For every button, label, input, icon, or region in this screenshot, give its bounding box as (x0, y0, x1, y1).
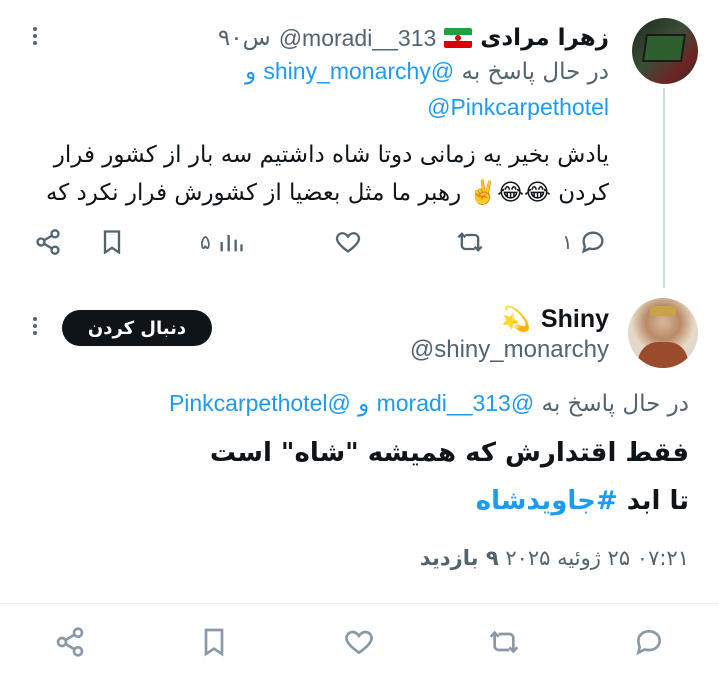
tweet-text-line: یادش بخیر یه زمانی دوتا شاه داشتیم سه با… (53, 142, 609, 168)
tweet-meta: ۰۷:۲۱ ۲۵ ژوئیه ۲۰۲۵ ۹ بازدید (29, 546, 689, 570)
replying-and: و (358, 391, 370, 417)
replying-prefix: در حال پاسخ به (461, 59, 609, 85)
main-tweet-text-line: فقط اقتدارش که همیشه "شاه" است (209, 438, 689, 468)
tweet-text-line: کردن 😂😂✌️ رهبر ما مثل بعضیا از کشورش فرا… (45, 180, 609, 206)
mention-link[interactable]: @shiny_monarchy (263, 58, 454, 84)
mention-link[interactable]: @Pinkcarpethotel (169, 390, 351, 416)
sparkle-icon: 💫 (501, 305, 531, 333)
more-options-icon[interactable] (28, 24, 42, 50)
replying-to-line: در حال پاسخ به @moradi__313 و @Pinkcarpe… (29, 390, 689, 417)
views-count: ۵ (200, 230, 211, 254)
views-label: ۹ بازدید (419, 546, 499, 570)
avatar-main-author[interactable] (628, 298, 698, 368)
reply-icon (636, 629, 662, 656)
replies-count: ۱ (562, 230, 573, 254)
retweet-icon (489, 630, 519, 654)
tweet-time[interactable]: ۹۰س (218, 25, 271, 51)
share-button[interactable] (54, 626, 86, 662)
retweet-icon (457, 232, 483, 252)
views-button[interactable]: ۵ (200, 228, 245, 256)
like-button[interactable] (343, 626, 375, 662)
avatar-reply-author[interactable] (632, 18, 698, 84)
bookmark-icon (204, 628, 224, 657)
follow-button[interactable]: دنبال کردن (62, 310, 212, 346)
replying-to-line: در حال پاسخ به @shiny_monarchy و (89, 58, 609, 85)
divider (0, 603, 719, 604)
thread-connector-line (663, 88, 665, 288)
reply-button[interactable] (633, 626, 665, 662)
replying-and: و (244, 59, 257, 85)
author-display-name[interactable]: زهرا مرادی (480, 25, 609, 51)
share-icon (36, 229, 60, 255)
like-button[interactable] (334, 228, 362, 256)
share-icon (56, 627, 84, 657)
author-handle[interactable]: @shiny_monarchy (309, 336, 609, 364)
hashtag-link[interactable]: #جاویدشاه (476, 486, 618, 516)
share-button[interactable] (34, 228, 62, 256)
retweet-button[interactable] (456, 228, 484, 256)
like-icon (335, 232, 361, 253)
views-icon (220, 235, 243, 252)
tweet-text: تا ابد (626, 486, 689, 516)
bookmark-button[interactable] (198, 626, 230, 662)
main-tweet-text-line: تا ابد #جاویدشاه (29, 486, 689, 516)
replying-prefix: در حال پاسخ به (541, 391, 689, 417)
reply-tweet-header: ۹۰س @moradi__313 زهرا مرادی (109, 18, 609, 58)
reply-tweet-text: یادش بخیر یه زمانی دوتا شاه داشتیم سه با… (29, 136, 609, 212)
author-handle[interactable]: @moradi__313 (279, 25, 437, 52)
tweet-timestamp[interactable]: ۰۷:۲۱ ۲۵ ژوئیه ۲۰۲۵ (505, 546, 689, 570)
like-icon (345, 630, 373, 655)
mention-link[interactable]: @Pinkcarpethotel (89, 94, 609, 121)
more-options-icon[interactable] (28, 314, 42, 340)
retweet-button[interactable] (488, 626, 520, 662)
reply-icon (581, 231, 604, 254)
iran-flag-icon (444, 28, 473, 48)
mention-link[interactable]: @moradi__313 (377, 390, 535, 416)
main-author-name-row: 💫 Shiny (309, 302, 609, 336)
main-tweet-actions (0, 618, 719, 670)
author-display-name[interactable]: Shiny (541, 305, 609, 334)
bookmark-icon (103, 230, 121, 255)
reply-button[interactable]: ۱ (562, 228, 607, 256)
reply-tweet-actions: ۵ ۱ (28, 222, 618, 264)
bookmark-button[interactable] (98, 228, 126, 256)
